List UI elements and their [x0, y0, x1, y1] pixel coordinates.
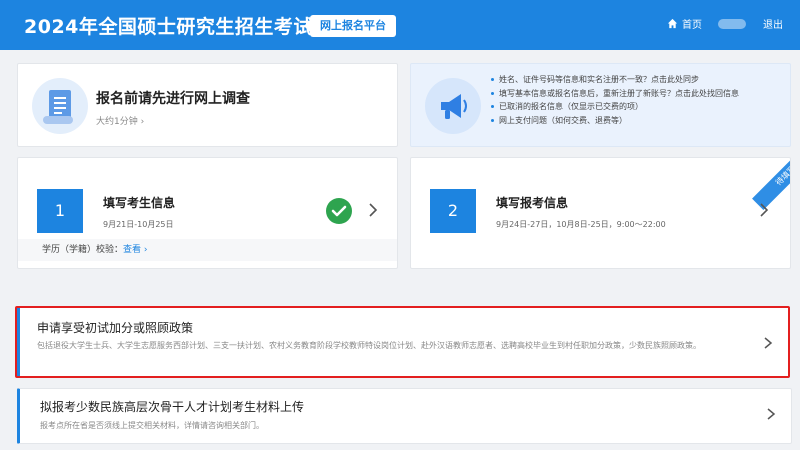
- notice-item-recover[interactable]: 填写基本信息或报名信息后，重新注册了新账号？点击此处找回信息: [491, 87, 739, 101]
- step-date: 9月24日-27日，10月8日-25日，9:00～22:00: [496, 220, 666, 229]
- survey-duration-link[interactable]: 大约1分钟 ›: [96, 114, 144, 127]
- step-date: 9月21日-10月25日: [103, 220, 174, 229]
- home-link[interactable]: 首页: [667, 16, 702, 31]
- policy-title: 拟报考少数民族高层次骨干人才计划考生材料上传: [40, 400, 305, 414]
- survey-card[interactable]: 报名前请先进行网上调查 大约1分钟 ›: [17, 63, 398, 147]
- survey-document-icon: [32, 78, 88, 134]
- education-verify-row: 学历（学籍）校验：查看 ›: [18, 239, 397, 261]
- accent-bar: [17, 308, 20, 376]
- step-number: 1: [37, 189, 83, 233]
- step-title: 填写报考信息: [496, 196, 569, 210]
- chevron-right-icon: [369, 203, 378, 217]
- checkmark-icon: [326, 198, 352, 224]
- policy-title: 申请享受初试加分或照顾政策: [37, 321, 194, 335]
- chevron-right-icon: [767, 408, 776, 420]
- step-application-info[interactable]: 待填写 2 填写报考信息 9月24日-27日，10月8日-25日，9:00～22…: [410, 157, 791, 269]
- step-number: 2: [430, 189, 476, 233]
- notice-item-sync[interactable]: 姓名、证件号码等信息和实名注册不一致？点击此处同步: [491, 73, 739, 87]
- step-title: 填写考生信息: [103, 196, 176, 210]
- chevron-right-icon: [760, 203, 769, 217]
- home-icon: [667, 18, 678, 29]
- minority-talent-upload-card[interactable]: 拟报考少数民族高层次骨干人才计划考生材料上传 报考点所在省是否须线上提交相关材料…: [17, 388, 792, 444]
- policy-description: 报考点所在省是否须线上提交相关材料，详情请咨询相关部门。: [40, 421, 264, 430]
- username-redacted: [718, 19, 746, 29]
- survey-title: 报名前请先进行网上调查: [96, 91, 250, 107]
- notice-card: 姓名、证件号码等信息和实名注册不一致？点击此处同步 填写基本信息或报名信息后，重…: [410, 63, 791, 147]
- top-header: 2024年全国硕士研究生招生考试 网上报名平台 首页 退出: [0, 0, 800, 50]
- notice-item-cancelled[interactable]: 已取消的报名信息（仅显示已交费的项）: [491, 100, 739, 114]
- step-candidate-info[interactable]: 1 填写考生信息 9月21日-10月25日 学历（学籍）校验：查看 ›: [17, 157, 398, 269]
- chevron-right-icon: [764, 337, 773, 349]
- notice-item-payment[interactable]: 网上支付问题（如何交费、退费等）: [491, 114, 739, 128]
- home-label: 首页: [682, 20, 702, 31]
- bonus-policy-card[interactable]: 申请享受初试加分或照顾政策 包括退役大学生士兵、大学生志愿服务西部计划、三支一扶…: [15, 306, 790, 378]
- page-title: 2024年全国硕士研究生招生考试: [24, 16, 313, 38]
- education-verify-label: 学历（学籍）校验：: [42, 245, 124, 255]
- platform-badge: 网上报名平台: [304, 15, 396, 37]
- megaphone-icon: [425, 78, 481, 134]
- policy-description: 包括退役大学生士兵、大学生志愿服务西部计划、三支一扶计划、农村义务教育阶段学校教…: [37, 341, 701, 350]
- education-verify-link[interactable]: 查看 ›: [123, 245, 147, 255]
- logout-link[interactable]: 退出: [763, 16, 783, 31]
